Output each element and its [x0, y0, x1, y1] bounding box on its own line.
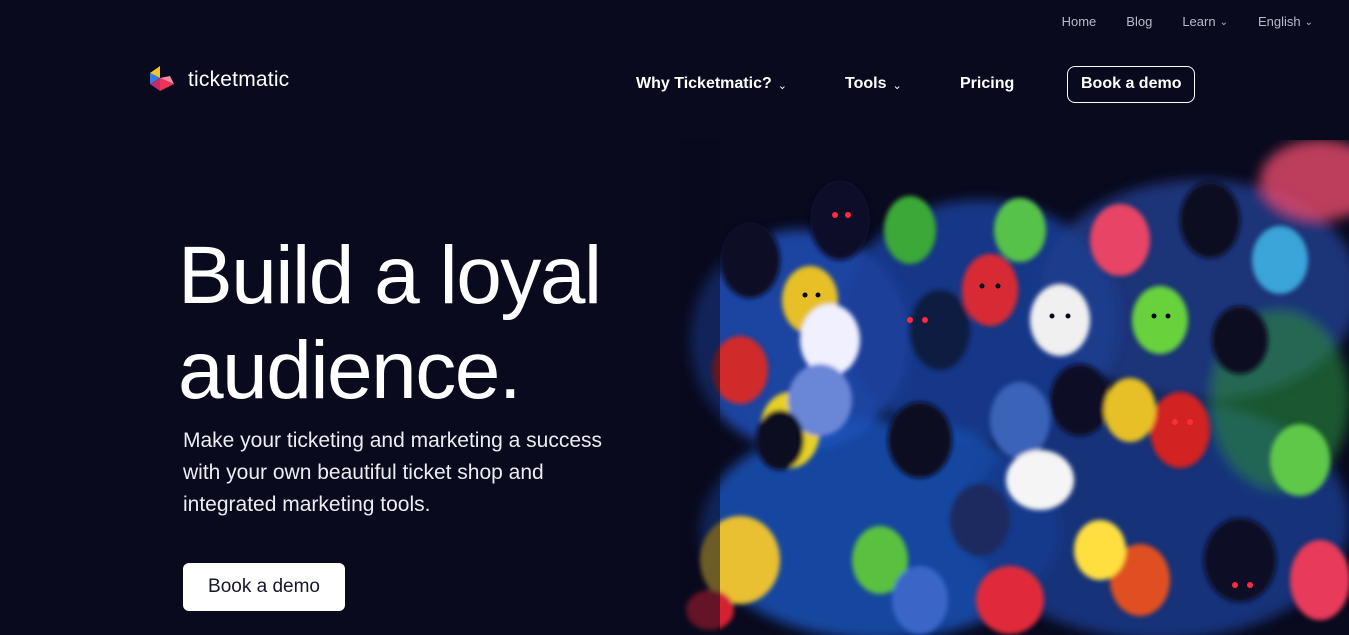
- language-selector[interactable]: English ⌄: [1258, 14, 1313, 29]
- hero-title-line-2: audience.: [178, 325, 522, 416]
- nav-tools-dropdown[interactable]: Tools ⌄: [845, 65, 960, 103]
- chevron-down-icon: ⌄: [777, 79, 787, 92]
- header-book-demo-button[interactable]: Book a demo: [1067, 65, 1196, 103]
- crowd-illustration: [680, 140, 1349, 635]
- nav-tools-label: Tools: [845, 75, 887, 92]
- language-label: English: [1257, 14, 1301, 29]
- utility-nav: Home Blog Learn ⌄ English ⌄: [1062, 14, 1313, 29]
- chevron-down-icon: ⌄: [1304, 17, 1313, 28]
- nav-blog-link[interactable]: Blog: [1126, 14, 1152, 29]
- nav-learn-label: Learn: [1182, 14, 1216, 29]
- nav-pricing-label: Pricing: [960, 75, 1015, 92]
- hero-book-demo-button[interactable]: Book a demo: [183, 563, 345, 611]
- chevron-down-icon: ⌄: [1219, 17, 1228, 28]
- nav-why-ticketmatic-dropdown[interactable]: Why Ticketmatic? ⌄: [636, 65, 845, 103]
- nav-learn-dropdown[interactable]: Learn ⌄: [1182, 14, 1228, 29]
- nav-home-link[interactable]: Home: [1062, 14, 1097, 29]
- nav-pricing-link[interactable]: Pricing: [960, 65, 1067, 103]
- ticketmatic-logo[interactable]: ticketmatic: [148, 64, 289, 96]
- chevron-down-icon: ⌄: [892, 79, 902, 92]
- main-nav: Why Ticketmatic? ⌄ Tools ⌄ Pricing Book …: [636, 65, 1196, 103]
- nav-why-label: Why Ticketmatic?: [636, 75, 772, 92]
- logo-wordmark: ticketmatic: [188, 68, 290, 91]
- landing-page: Home Blog Learn ⌄ English ⌄ ticketmatic …: [0, 0, 1349, 635]
- ticketmatic-logo-icon: [150, 66, 174, 91]
- hero-title: Build a loyal audience.: [178, 228, 658, 418]
- hero-title-line-1: Build a loyal: [178, 230, 602, 321]
- hero-subtitle: Make your ticketing and marketing a succ…: [183, 429, 603, 516]
